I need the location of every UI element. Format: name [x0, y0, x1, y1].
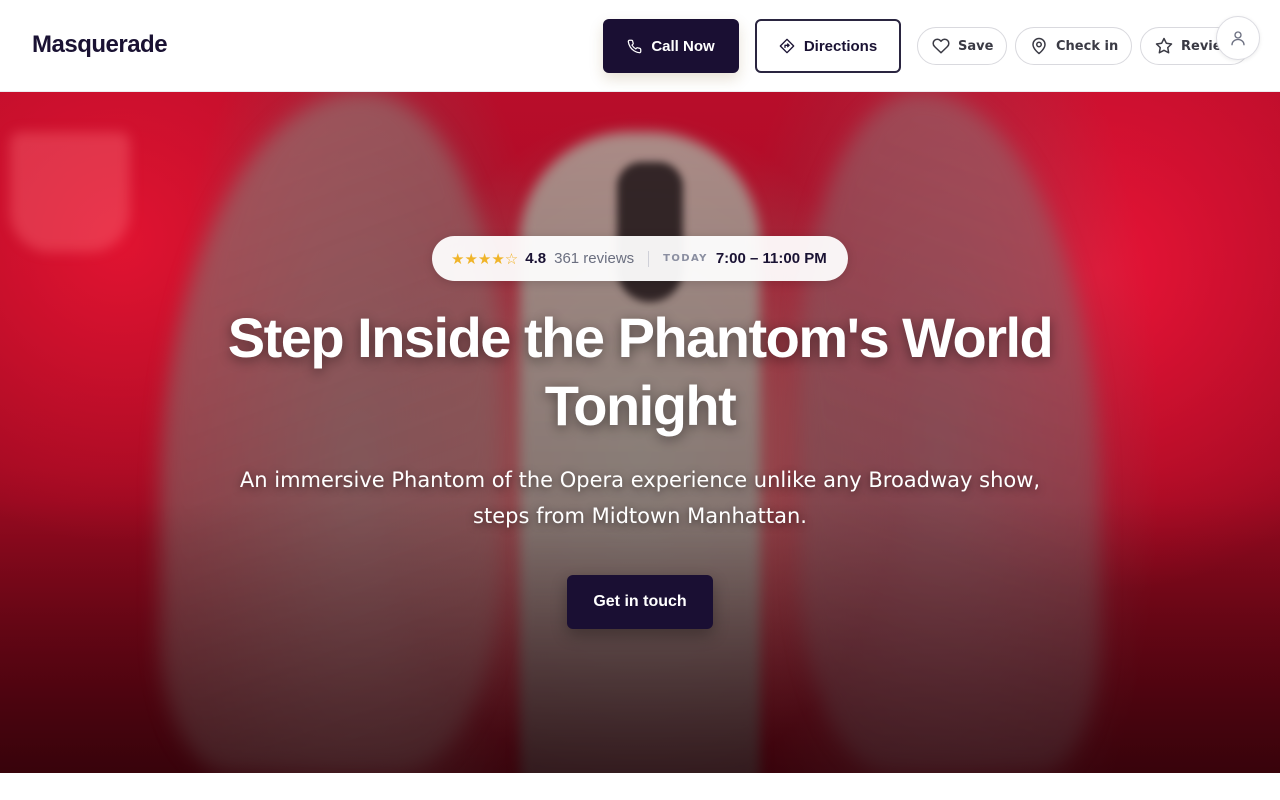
reviews-count[interactable]: 361 reviews	[554, 250, 634, 267]
brand-logo[interactable]: Masquerade	[32, 31, 168, 59]
directions-icon	[779, 38, 795, 54]
get-in-touch-button[interactable]: Get in touch	[567, 575, 713, 629]
today-hours: 7:00 – 11:00 PM	[715, 250, 827, 267]
call-now-button[interactable]: Call Now	[603, 19, 739, 73]
call-now-label: Call Now	[651, 37, 715, 55]
user-icon	[1229, 29, 1247, 47]
check-in-label: Check in	[1056, 38, 1119, 54]
rating-hours-badge: ★★★★☆ 4.8 361 reviews TODAY 7:00 – 11:00…	[432, 236, 848, 281]
account-button[interactable]	[1216, 16, 1260, 60]
phone-icon	[627, 39, 642, 54]
star-icon	[1155, 37, 1173, 55]
save-label: Save	[958, 38, 994, 54]
hero-section: ★★★★☆ 4.8 361 reviews TODAY 7:00 – 11:00…	[0, 92, 1280, 773]
directions-button[interactable]: Directions	[755, 19, 901, 73]
heart-icon	[932, 37, 950, 55]
rating-stars: ★★★★☆	[451, 250, 519, 268]
top-header: Masquerade Call Now Directions Save Chec…	[0, 0, 1280, 92]
badge-divider	[648, 250, 650, 267]
hero-subhead: An immersive Phantom of the Opera experi…	[239, 468, 1041, 528]
check-in-button[interactable]: Check in	[1015, 27, 1132, 65]
rating-value: 4.8	[525, 250, 547, 267]
save-button[interactable]: Save	[917, 27, 1007, 65]
map-pin-icon	[1030, 37, 1048, 55]
directions-label: Directions	[803, 37, 878, 55]
hero-headline: Step Inside the Phantom's World Tonight	[227, 306, 1054, 437]
today-label: TODAY	[663, 253, 708, 264]
